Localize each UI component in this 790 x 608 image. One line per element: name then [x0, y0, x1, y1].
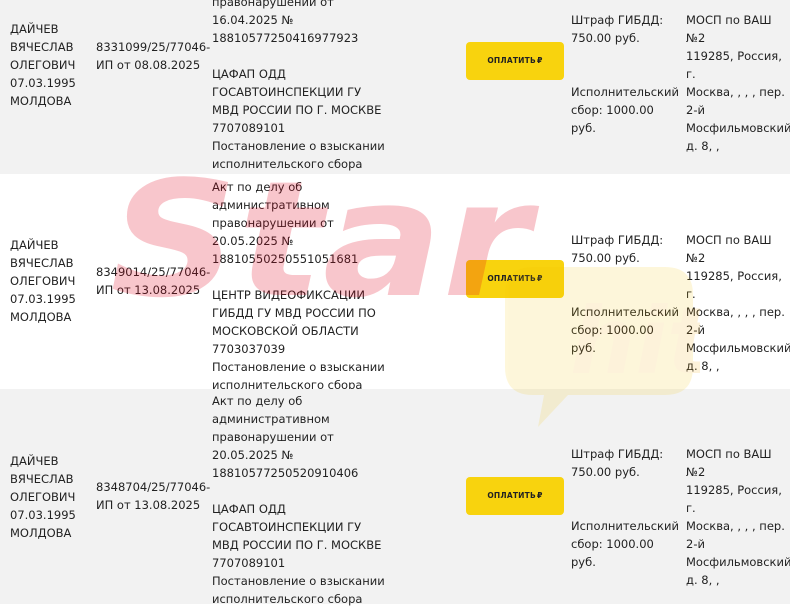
pay-button-label: ОПЛАТИТЬ — [487, 491, 536, 500]
issuer-text: ЦЕНТР ВИДЕОФИКСАЦИИ ГИБДД ГУ МВД РОССИИ … — [212, 288, 385, 392]
fee-amount: Исполнительский сбор: 1000.00 руб. — [571, 85, 679, 135]
amount-cell: Штраф ГИБДД: 750.00 руб. Исполнительский… — [571, 445, 681, 571]
case-number-cell: 8331099/25/77046- ИП от 08.08.2025 — [96, 40, 211, 72]
ruble-icon: ₽ — [536, 274, 543, 283]
fee-amount: Исполнительский сбор: 1000.00 руб. — [571, 519, 679, 569]
department-cell: МОСП по ВАШ №2 119285, Россия, г. Москва… — [686, 233, 790, 373]
case-number-cell: 8349014/25/77046- ИП от 13.08.2025 — [96, 265, 211, 297]
table-row: ДАЙЧЕВ ВЯЧЕСЛАВ ОЛЕГОВИЧ 07.03.1995 МОЛД… — [0, 174, 790, 392]
department-cell: МОСП по ВАШ №2 119285, Россия, г. Москва… — [686, 13, 790, 153]
issuer-text: ЦАФАП ОДД ГОСАВТОИНСПЕКЦИИ ГУ МВД РОССИИ… — [212, 502, 385, 606]
table-row: ДАЙЧЕВ ВЯЧЕСЛАВ ОЛЕГОВИЧ 07.03.1995 МОЛД… — [0, 389, 790, 606]
pay-button[interactable]: ОПЛАТИТЬ ₽ — [466, 477, 564, 515]
document-cell: Акт по делу об административном правонар… — [212, 178, 392, 394]
debtor-cell: ДАЙЧЕВ ВЯЧЕСЛАВ ОЛЕГОВИЧ 07.03.1995 МОЛД… — [10, 454, 76, 540]
pay-cell: ОПЛАТИТЬ ₽ — [466, 260, 566, 298]
debtor-cell: ДАЙЧЕВ ВЯЧЕСЛАВ ОЛЕГОВИЧ 07.03.1995 МОЛД… — [10, 238, 76, 324]
amount-cell: Штраф ГИБДД: 750.00 руб. Исполнительский… — [571, 11, 681, 137]
pay-button-label: ОПЛАТИТЬ — [487, 56, 536, 65]
ruble-icon: ₽ — [536, 491, 543, 500]
pay-cell: ОПЛАТИТЬ ₽ — [466, 42, 566, 80]
fine-amount: Штраф ГИБДД: 750.00 руб. — [571, 233, 664, 265]
ruble-icon: ₽ — [536, 56, 543, 65]
document-cell: правонарушении от 16.04.2025 № 188105772… — [212, 0, 392, 173]
department-cell: МОСП по ВАШ №2 119285, Россия, г. Москва… — [686, 447, 790, 587]
document-text: правонарушении от 16.04.2025 № 188105772… — [212, 0, 359, 45]
document-text: Акт по делу об административном правонар… — [212, 180, 359, 266]
pay-button[interactable]: ОПЛАТИТЬ ₽ — [466, 260, 564, 298]
table-row: ДАЙЧЕВ ВЯЧЕСЛАВ ОЛЕГОВИЧ 07.03.1995 МОЛД… — [0, 0, 790, 174]
document-cell: Акт по делу об административном правонар… — [212, 392, 392, 608]
fine-amount: Штраф ГИБДД: 750.00 руб. — [571, 13, 664, 45]
amount-cell: Штраф ГИБДД: 750.00 руб. Исполнительский… — [571, 231, 681, 357]
pay-button[interactable]: ОПЛАТИТЬ ₽ — [466, 42, 564, 80]
fee-amount: Исполнительский сбор: 1000.00 руб. — [571, 305, 679, 355]
pay-button-label: ОПЛАТИТЬ — [487, 274, 536, 283]
fine-amount: Штраф ГИБДД: 750.00 руб. — [571, 447, 664, 479]
document-text: Акт по делу об административном правонар… — [212, 394, 359, 480]
pay-cell: ОПЛАТИТЬ ₽ — [466, 477, 566, 515]
case-number-cell: 8348704/25/77046- ИП от 13.08.2025 — [96, 480, 211, 512]
debtor-cell: ДАЙЧЕВ ВЯЧЕСЛАВ ОЛЕГОВИЧ 07.03.1995 МОЛД… — [10, 22, 76, 108]
issuer-text: ЦАФАП ОДД ГОСАВТОИНСПЕКЦИИ ГУ МВД РОССИИ… — [212, 67, 385, 171]
